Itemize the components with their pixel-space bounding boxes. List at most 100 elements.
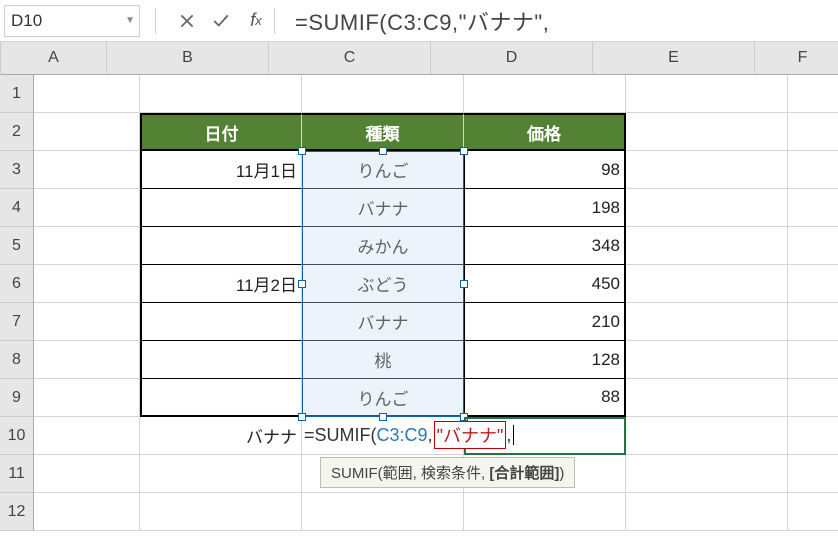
cell-B1[interactable] bbox=[140, 75, 302, 113]
formula-input[interactable]: =SUMIF(C3:C9,"バナナ", bbox=[275, 5, 838, 37]
cell-A3[interactable] bbox=[34, 151, 140, 189]
cell-E6[interactable] bbox=[626, 265, 788, 303]
cell-B12[interactable] bbox=[140, 493, 302, 531]
row-header-8[interactable]: 8 bbox=[0, 341, 34, 379]
cell-E5[interactable] bbox=[626, 227, 788, 265]
cell-E2[interactable] bbox=[626, 113, 788, 151]
cell-C9[interactable]: りんご bbox=[302, 379, 464, 417]
column-header-D[interactable]: D bbox=[431, 42, 593, 75]
cell-B8[interactable] bbox=[140, 341, 302, 379]
cell-B9[interactable] bbox=[140, 379, 302, 417]
cell-C6[interactable]: ぶどう bbox=[302, 265, 464, 303]
row-header-1[interactable]: 1 bbox=[0, 75, 34, 113]
row-header-10[interactable]: 10 bbox=[0, 417, 34, 455]
cancel-button[interactable] bbox=[170, 2, 204, 40]
column-header-C[interactable]: C bbox=[269, 42, 431, 75]
cell-B2[interactable]: 日付 bbox=[140, 113, 302, 151]
cell-E8[interactable] bbox=[626, 341, 788, 379]
row-header-3[interactable]: 3 bbox=[0, 151, 34, 189]
column-header-E[interactable]: E bbox=[593, 42, 755, 75]
cell-D8[interactable]: 128 bbox=[464, 341, 626, 379]
row-header-7[interactable]: 7 bbox=[0, 303, 34, 341]
cell-C12[interactable] bbox=[302, 493, 464, 531]
cell-E1[interactable] bbox=[626, 75, 788, 113]
row-header-5[interactable]: 5 bbox=[0, 227, 34, 265]
cell-A9[interactable] bbox=[34, 379, 140, 417]
cell-F2[interactable] bbox=[788, 113, 838, 151]
cell-D6[interactable]: 450 bbox=[464, 265, 626, 303]
cell-F8[interactable] bbox=[788, 341, 838, 379]
text-cursor bbox=[513, 425, 514, 445]
cell-D5[interactable]: 348 bbox=[464, 227, 626, 265]
cell-D12[interactable] bbox=[464, 493, 626, 531]
cell-E9[interactable] bbox=[626, 379, 788, 417]
row-header-6[interactable]: 6 bbox=[0, 265, 34, 303]
cell-C5[interactable]: みかん bbox=[302, 227, 464, 265]
row-header-4[interactable]: 4 bbox=[0, 189, 34, 227]
cell-F9[interactable] bbox=[788, 379, 838, 417]
cell-A11[interactable] bbox=[34, 455, 140, 493]
cell-B7[interactable] bbox=[140, 303, 302, 341]
cell-C8[interactable]: 桃 bbox=[302, 341, 464, 379]
fx-icon[interactable]: fx bbox=[238, 10, 274, 31]
cell-D4[interactable]: 198 bbox=[464, 189, 626, 227]
column-header-F[interactable]: F bbox=[755, 42, 838, 75]
cell-A12[interactable] bbox=[34, 493, 140, 531]
cell-E11[interactable] bbox=[626, 455, 788, 493]
column-header-A[interactable]: A bbox=[1, 42, 107, 75]
cell-E10[interactable] bbox=[626, 417, 788, 455]
cell-C2[interactable]: 種類 bbox=[302, 113, 464, 151]
cell-D2[interactable]: 価格 bbox=[464, 113, 626, 151]
cell-B4[interactable] bbox=[140, 189, 302, 227]
cell-F1[interactable] bbox=[788, 75, 838, 113]
cell-F11[interactable] bbox=[788, 455, 838, 493]
cell-A2[interactable] bbox=[34, 113, 140, 151]
cell-E3[interactable] bbox=[626, 151, 788, 189]
cell-C7[interactable]: バナナ bbox=[302, 303, 464, 341]
cell-A8[interactable] bbox=[34, 341, 140, 379]
formula-comma: , bbox=[428, 425, 433, 446]
x-icon bbox=[178, 12, 196, 30]
cell-F4[interactable] bbox=[788, 189, 838, 227]
cell-D3[interactable]: 98 bbox=[464, 151, 626, 189]
function-tooltip[interactable]: SUMIF(範囲, 検索条件, [合計範囲]) bbox=[320, 457, 575, 488]
cell-D7[interactable]: 210 bbox=[464, 303, 626, 341]
enter-button[interactable] bbox=[204, 2, 238, 40]
row-header-11[interactable]: 11 bbox=[0, 455, 34, 493]
cell-A6[interactable] bbox=[34, 265, 140, 303]
cell-B6[interactable]: 11月2日 bbox=[140, 265, 302, 303]
cell-F10[interactable] bbox=[788, 417, 838, 455]
cell-D9[interactable]: 88 bbox=[464, 379, 626, 417]
row-header-12[interactable]: 12 bbox=[0, 493, 34, 531]
cell-E12[interactable] bbox=[626, 493, 788, 531]
tooltip-args: (範囲, 検索条件, bbox=[378, 465, 490, 482]
cell-B3[interactable]: 11月1日 bbox=[140, 151, 302, 189]
cell-F5[interactable] bbox=[788, 227, 838, 265]
name-box[interactable]: D10 ▼ bbox=[4, 5, 140, 37]
select-all-corner[interactable] bbox=[0, 42, 1, 75]
cell-A10[interactable] bbox=[34, 417, 140, 455]
cell-A7[interactable] bbox=[34, 303, 140, 341]
cell-edit-overlay[interactable]: =SUMIF(C3:C9,"バナナ", bbox=[304, 421, 514, 449]
chevron-down-icon[interactable]: ▼ bbox=[125, 15, 135, 26]
row-header-2[interactable]: 2 bbox=[0, 113, 34, 151]
cell-E7[interactable] bbox=[626, 303, 788, 341]
cell-E4[interactable] bbox=[626, 189, 788, 227]
cell-A5[interactable] bbox=[34, 227, 140, 265]
cell-F6[interactable] bbox=[788, 265, 838, 303]
cell-C4[interactable]: バナナ bbox=[302, 189, 464, 227]
cell-C1[interactable] bbox=[302, 75, 464, 113]
column-header-B[interactable]: B bbox=[107, 42, 269, 75]
cell-A4[interactable] bbox=[34, 189, 140, 227]
row-header-9[interactable]: 9 bbox=[0, 379, 34, 417]
cell-F3[interactable] bbox=[788, 151, 838, 189]
cell-F7[interactable] bbox=[788, 303, 838, 341]
cell-B11[interactable] bbox=[140, 455, 302, 493]
cell-F12[interactable] bbox=[788, 493, 838, 531]
cell-B5[interactable] bbox=[140, 227, 302, 265]
cell-D1[interactable] bbox=[464, 75, 626, 113]
tooltip-fn: SUMIF bbox=[331, 465, 378, 482]
cell-A1[interactable] bbox=[34, 75, 140, 113]
cell-B10[interactable]: バナナ bbox=[140, 417, 302, 455]
cell-C3[interactable]: りんご bbox=[302, 151, 464, 189]
